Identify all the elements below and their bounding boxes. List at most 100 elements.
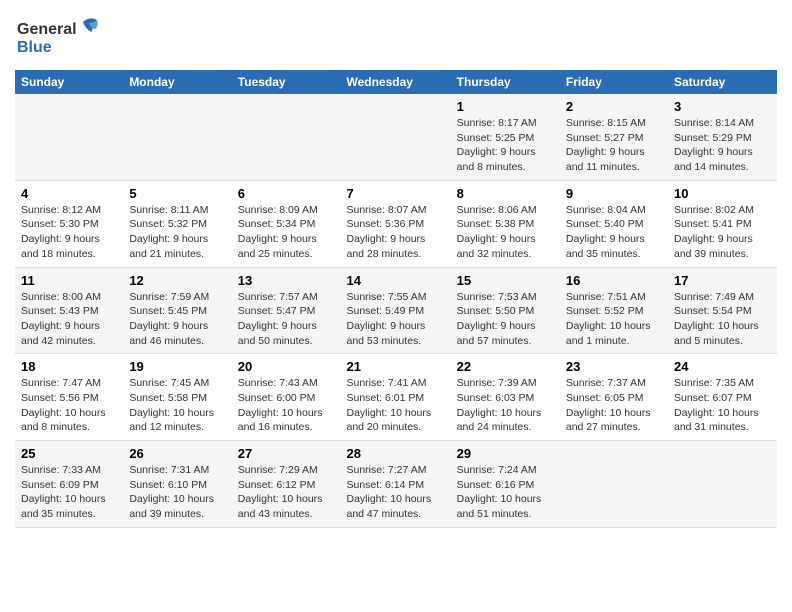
header-cell-wednesday: Wednesday xyxy=(340,70,450,94)
calendar-cell: 28 Sunrise: 7:27 AM Sunset: 6:14 PM Dayli… xyxy=(340,441,450,528)
day-number: 29 xyxy=(457,446,554,461)
calendar-cell: 9 Sunrise: 8:04 AM Sunset: 5:40 PM Daylig… xyxy=(560,180,668,267)
cell-info: Sunrise: 8:11 AM Sunset: 5:32 PM Dayligh… xyxy=(129,204,208,260)
day-number: 7 xyxy=(346,186,444,201)
svg-text:General: General xyxy=(17,21,77,38)
calendar-table: SundayMondayTuesdayWednesdayThursdayFrid… xyxy=(15,70,777,528)
day-number: 22 xyxy=(457,359,554,374)
day-number: 23 xyxy=(566,359,662,374)
cell-info: Sunrise: 7:29 AM Sunset: 6:12 PM Dayligh… xyxy=(238,464,323,520)
day-number: 8 xyxy=(457,186,554,201)
calendar-cell: 10 Sunrise: 8:02 AM Sunset: 5:41 PM Dayli… xyxy=(668,180,777,267)
cell-info: Sunrise: 7:27 AM Sunset: 6:14 PM Dayligh… xyxy=(346,464,431,520)
week-row-1: 1 Sunrise: 8:17 AM Sunset: 5:25 PM Daylig… xyxy=(15,94,777,180)
day-number: 16 xyxy=(566,273,662,288)
day-number: 15 xyxy=(457,273,554,288)
week-row-3: 11 Sunrise: 8:00 AM Sunset: 5:43 PM Dayli… xyxy=(15,267,777,354)
day-number: 19 xyxy=(129,359,225,374)
cell-info: Sunrise: 7:35 AM Sunset: 6:07 PM Dayligh… xyxy=(674,377,759,433)
calendar-cell xyxy=(232,94,341,180)
logo-text: General Blue xyxy=(15,14,105,64)
header-cell-tuesday: Tuesday xyxy=(232,70,341,94)
calendar-cell: 14 Sunrise: 7:55 AM Sunset: 5:49 PM Dayli… xyxy=(340,267,450,354)
cell-info: Sunrise: 8:09 AM Sunset: 5:34 PM Dayligh… xyxy=(238,204,318,260)
calendar-cell: 11 Sunrise: 8:00 AM Sunset: 5:43 PM Dayli… xyxy=(15,267,123,354)
cell-info: Sunrise: 8:17 AM Sunset: 5:25 PM Dayligh… xyxy=(457,117,537,173)
calendar-cell xyxy=(15,94,123,180)
cell-info: Sunrise: 8:12 AM Sunset: 5:30 PM Dayligh… xyxy=(21,204,101,260)
day-number: 2 xyxy=(566,99,662,114)
week-row-2: 4 Sunrise: 8:12 AM Sunset: 5:30 PM Daylig… xyxy=(15,180,777,267)
header-cell-sunday: Sunday xyxy=(15,70,123,94)
calendar-cell: 13 Sunrise: 7:57 AM Sunset: 5:47 PM Dayli… xyxy=(232,267,341,354)
day-number: 26 xyxy=(129,446,225,461)
day-number: 13 xyxy=(238,273,335,288)
cell-info: Sunrise: 7:49 AM Sunset: 5:54 PM Dayligh… xyxy=(674,291,759,347)
day-number: 5 xyxy=(129,186,225,201)
day-number: 9 xyxy=(566,186,662,201)
cell-info: Sunrise: 8:15 AM Sunset: 5:27 PM Dayligh… xyxy=(566,117,646,173)
calendar-cell: 29 Sunrise: 7:24 AM Sunset: 6:16 PM Dayli… xyxy=(451,441,560,528)
day-number: 12 xyxy=(129,273,225,288)
day-number: 18 xyxy=(21,359,117,374)
calendar-cell: 12 Sunrise: 7:59 AM Sunset: 5:45 PM Dayli… xyxy=(123,267,231,354)
calendar-cell: 4 Sunrise: 8:12 AM Sunset: 5:30 PM Daylig… xyxy=(15,180,123,267)
page-container: General Blue SundayMondayTuesdayWednesda… xyxy=(0,0,792,538)
day-number: 24 xyxy=(674,359,771,374)
cell-info: Sunrise: 8:00 AM Sunset: 5:43 PM Dayligh… xyxy=(21,291,101,347)
day-number: 14 xyxy=(346,273,444,288)
cell-info: Sunrise: 7:47 AM Sunset: 5:56 PM Dayligh… xyxy=(21,377,106,433)
cell-info: Sunrise: 7:57 AM Sunset: 5:47 PM Dayligh… xyxy=(238,291,318,347)
header-area: General Blue xyxy=(15,10,777,64)
calendar-cell: 1 Sunrise: 8:17 AM Sunset: 5:25 PM Daylig… xyxy=(451,94,560,180)
header-cell-saturday: Saturday xyxy=(668,70,777,94)
day-number: 11 xyxy=(21,273,117,288)
day-number: 17 xyxy=(674,273,771,288)
cell-info: Sunrise: 8:04 AM Sunset: 5:40 PM Dayligh… xyxy=(566,204,646,260)
week-row-4: 18 Sunrise: 7:47 AM Sunset: 5:56 PM Dayli… xyxy=(15,354,777,441)
calendar-cell xyxy=(340,94,450,180)
calendar-cell xyxy=(560,441,668,528)
calendar-cell: 17 Sunrise: 7:49 AM Sunset: 5:54 PM Dayli… xyxy=(668,267,777,354)
cell-info: Sunrise: 7:59 AM Sunset: 5:45 PM Dayligh… xyxy=(129,291,209,347)
calendar-cell: 5 Sunrise: 8:11 AM Sunset: 5:32 PM Daylig… xyxy=(123,180,231,267)
cell-info: Sunrise: 8:06 AM Sunset: 5:38 PM Dayligh… xyxy=(457,204,537,260)
calendar-cell: 21Sunrise: 7:41 AM Sunset: 6:01 PM Dayli… xyxy=(340,354,450,441)
logo: General Blue xyxy=(15,14,105,64)
calendar-cell: 19Sunrise: 7:45 AM Sunset: 5:58 PM Dayli… xyxy=(123,354,231,441)
calendar-cell: 23 Sunrise: 7:37 AM Sunset: 6:05 PM Dayli… xyxy=(560,354,668,441)
day-number: 1 xyxy=(457,99,554,114)
cell-info: Sunrise: 8:07 AM Sunset: 5:36 PM Dayligh… xyxy=(346,204,426,260)
cell-info: Sunrise: 7:41 AM Sunset: 6:01 PM Dayligh… xyxy=(346,377,431,433)
cell-info: Sunrise: 7:55 AM Sunset: 5:49 PM Dayligh… xyxy=(346,291,426,347)
day-number: 10 xyxy=(674,186,771,201)
header-row: SundayMondayTuesdayWednesdayThursdayFrid… xyxy=(15,70,777,94)
cell-info: Sunrise: 8:02 AM Sunset: 5:41 PM Dayligh… xyxy=(674,204,754,260)
cell-info: Sunrise: 8:14 AM Sunset: 5:29 PM Dayligh… xyxy=(674,117,754,173)
calendar-cell: 27 Sunrise: 7:29 AM Sunset: 6:12 PM Dayli… xyxy=(232,441,341,528)
week-row-5: 25 Sunrise: 7:33 AM Sunset: 6:09 PM Dayli… xyxy=(15,441,777,528)
day-number: 4 xyxy=(21,186,117,201)
calendar-cell: 3Sunrise: 8:14 AM Sunset: 5:29 PM Daylig… xyxy=(668,94,777,180)
cell-info: Sunrise: 7:33 AM Sunset: 6:09 PM Dayligh… xyxy=(21,464,106,520)
cell-info: Sunrise: 7:24 AM Sunset: 6:16 PM Dayligh… xyxy=(457,464,542,520)
calendar-cell: 18 Sunrise: 7:47 AM Sunset: 5:56 PM Dayli… xyxy=(15,354,123,441)
calendar-cell: 25 Sunrise: 7:33 AM Sunset: 6:09 PM Dayli… xyxy=(15,441,123,528)
calendar-cell: 24 Sunrise: 7:35 AM Sunset: 6:07 PM Dayli… xyxy=(668,354,777,441)
calendar-cell: 15 Sunrise: 7:53 AM Sunset: 5:50 PM Dayli… xyxy=(451,267,560,354)
calendar-cell: 6 Sunrise: 8:09 AM Sunset: 5:34 PM Daylig… xyxy=(232,180,341,267)
day-number: 27 xyxy=(238,446,335,461)
day-number: 6 xyxy=(238,186,335,201)
calendar-cell xyxy=(668,441,777,528)
header-cell-monday: Monday xyxy=(123,70,231,94)
svg-text:Blue: Blue xyxy=(17,39,52,56)
cell-info: Sunrise: 7:53 AM Sunset: 5:50 PM Dayligh… xyxy=(457,291,537,347)
cell-info: Sunrise: 7:37 AM Sunset: 6:05 PM Dayligh… xyxy=(566,377,651,433)
calendar-cell: 2 Sunrise: 8:15 AM Sunset: 5:27 PM Daylig… xyxy=(560,94,668,180)
calendar-cell: 20Sunrise: 7:43 AM Sunset: 6:00 PM Dayli… xyxy=(232,354,341,441)
calendar-cell xyxy=(123,94,231,180)
header-cell-friday: Friday xyxy=(560,70,668,94)
cell-info: Sunrise: 7:39 AM Sunset: 6:03 PM Dayligh… xyxy=(457,377,542,433)
day-number: 25 xyxy=(21,446,117,461)
day-number: 28 xyxy=(346,446,444,461)
